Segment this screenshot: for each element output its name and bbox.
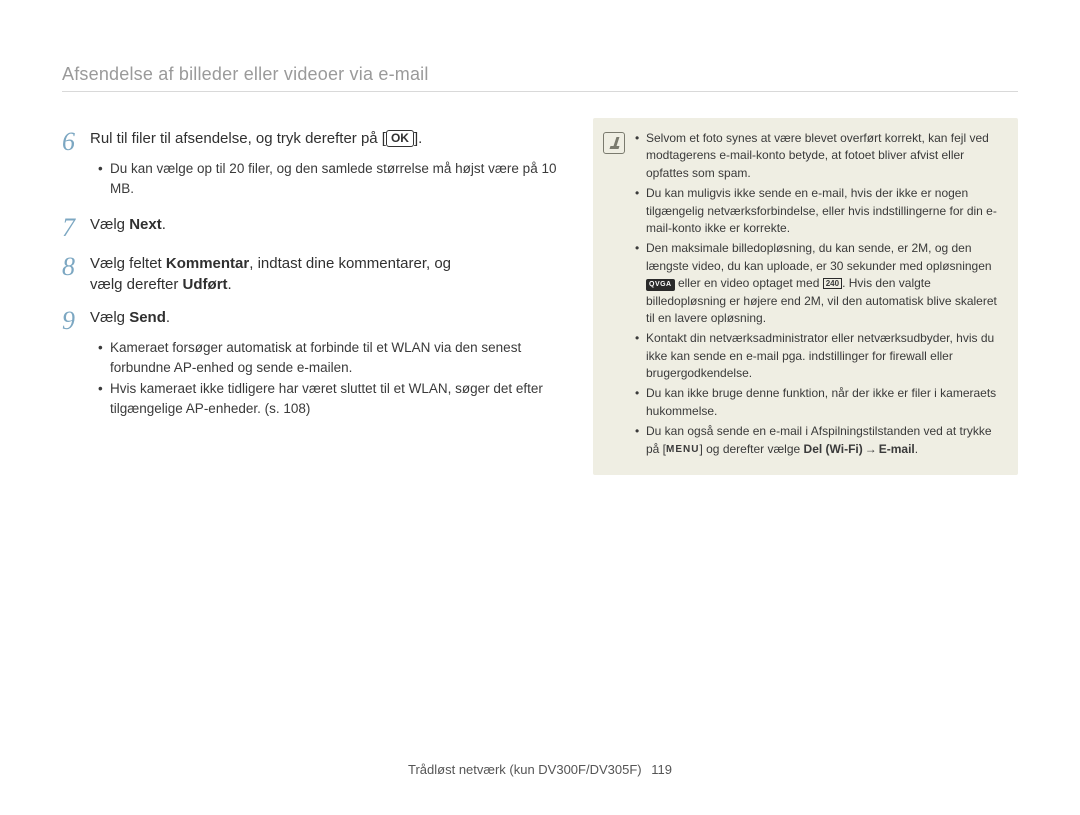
arrow-icon: → bbox=[863, 441, 879, 458]
step7-bold: Next bbox=[129, 216, 162, 233]
step7-pre: Vælg bbox=[90, 216, 129, 233]
step-6: 6 Rul til filer til afsendelse, og tryk … bbox=[62, 128, 557, 155]
list-item: Hvis kameraet ikke tidligere har været s… bbox=[98, 379, 557, 418]
note3-mid: eller en video optaget med bbox=[675, 276, 823, 290]
step8-l1-bold: Kommentar bbox=[166, 255, 249, 272]
step8-l1-pre: Vælg feltet bbox=[90, 255, 166, 272]
notes-column: Selvom et foto synes at være blevet over… bbox=[593, 118, 1018, 475]
step-number: 6 bbox=[62, 128, 90, 155]
note-box: Selvom et foto synes at være blevet over… bbox=[593, 118, 1018, 475]
list-item: Den maksimale billedopløsning, du kan se… bbox=[635, 240, 1004, 327]
instructions-column: 6 Rul til filer til afsendelse, og tryk … bbox=[62, 118, 557, 475]
step-text: Vælg Next. bbox=[90, 214, 166, 235]
menu-label: MENU bbox=[666, 443, 699, 458]
list-item: Du kan muligvis ikke sende en e-mail, hv… bbox=[635, 185, 1004, 237]
step9-pre: Vælg bbox=[90, 309, 129, 326]
ok-button-label: OK bbox=[386, 130, 414, 147]
step-7: 7 Vælg Next. bbox=[62, 214, 557, 241]
list-item: Kameraet forsøger automatisk at forbinde… bbox=[98, 338, 557, 377]
step6-pre: Rul til filer til afsendelse, og tryk de… bbox=[90, 130, 386, 147]
step8-l2-pre: vælg derefter bbox=[90, 276, 183, 293]
step8-l1-post: , indtast dine kommentarer, og bbox=[249, 255, 451, 272]
page-section-title: Afsendelse af billeder eller videoer via… bbox=[62, 64, 1018, 85]
step6-bullets: Du kan vælge op til 20 filer, og den sam… bbox=[98, 159, 557, 198]
page-footer: Trådløst netværk (kun DV300F/DV305F) 119 bbox=[0, 762, 1080, 777]
list-item: Selvom et foto synes at være blevet over… bbox=[635, 130, 1004, 182]
footer-label: Trådløst netværk (kun DV300F/DV305F) bbox=[408, 762, 642, 777]
step9-bullets: Kameraet forsøger automatisk at forbinde… bbox=[98, 338, 557, 418]
step-text: Rul til filer til afsendelse, og tryk de… bbox=[90, 128, 422, 149]
240-badge: 240 bbox=[823, 278, 842, 289]
note6-post: . bbox=[915, 442, 918, 456]
step-8: 8 Vælg feltet Kommentar, indtast dine ko… bbox=[62, 253, 557, 295]
note-icon bbox=[603, 132, 625, 154]
note3-pre: Den maksimale billedopløsning, du kan se… bbox=[646, 241, 992, 272]
step6-post: ]. bbox=[414, 130, 422, 147]
step-9: 9 Vælg Send. bbox=[62, 307, 557, 334]
page-number: 119 bbox=[645, 762, 672, 777]
note6-bold2: E-mail bbox=[879, 442, 915, 456]
step-number: 7 bbox=[62, 214, 90, 241]
step9-bold: Send bbox=[129, 309, 166, 326]
note6-bold: Del (Wi-Fi) bbox=[804, 442, 863, 456]
list-item: Du kan ikke bruge denne funktion, når de… bbox=[635, 385, 1004, 420]
step8-l2-bold: Udført bbox=[183, 276, 228, 293]
step-text: Vælg Send. bbox=[90, 307, 170, 328]
list-item: Du kan vælge op til 20 filer, og den sam… bbox=[98, 159, 557, 198]
step-number: 8 bbox=[62, 253, 90, 280]
qvga-badge: QVGA bbox=[646, 279, 675, 291]
note6-mid: ] og derefter vælge bbox=[699, 442, 803, 456]
list-item: Kontakt din netværksadministrator eller … bbox=[635, 330, 1004, 382]
step-number: 9 bbox=[62, 307, 90, 334]
step7-post: . bbox=[162, 216, 166, 233]
step9-post: . bbox=[166, 309, 170, 326]
step8-l2-post: . bbox=[228, 276, 232, 293]
list-item: Du kan også sende en e-mail i Afspilning… bbox=[635, 423, 1004, 458]
step-text: Vælg feltet Kommentar, indtast dine komm… bbox=[90, 253, 451, 295]
note-list: Selvom et foto synes at være blevet over… bbox=[635, 130, 1004, 461]
header-rule bbox=[62, 91, 1018, 92]
